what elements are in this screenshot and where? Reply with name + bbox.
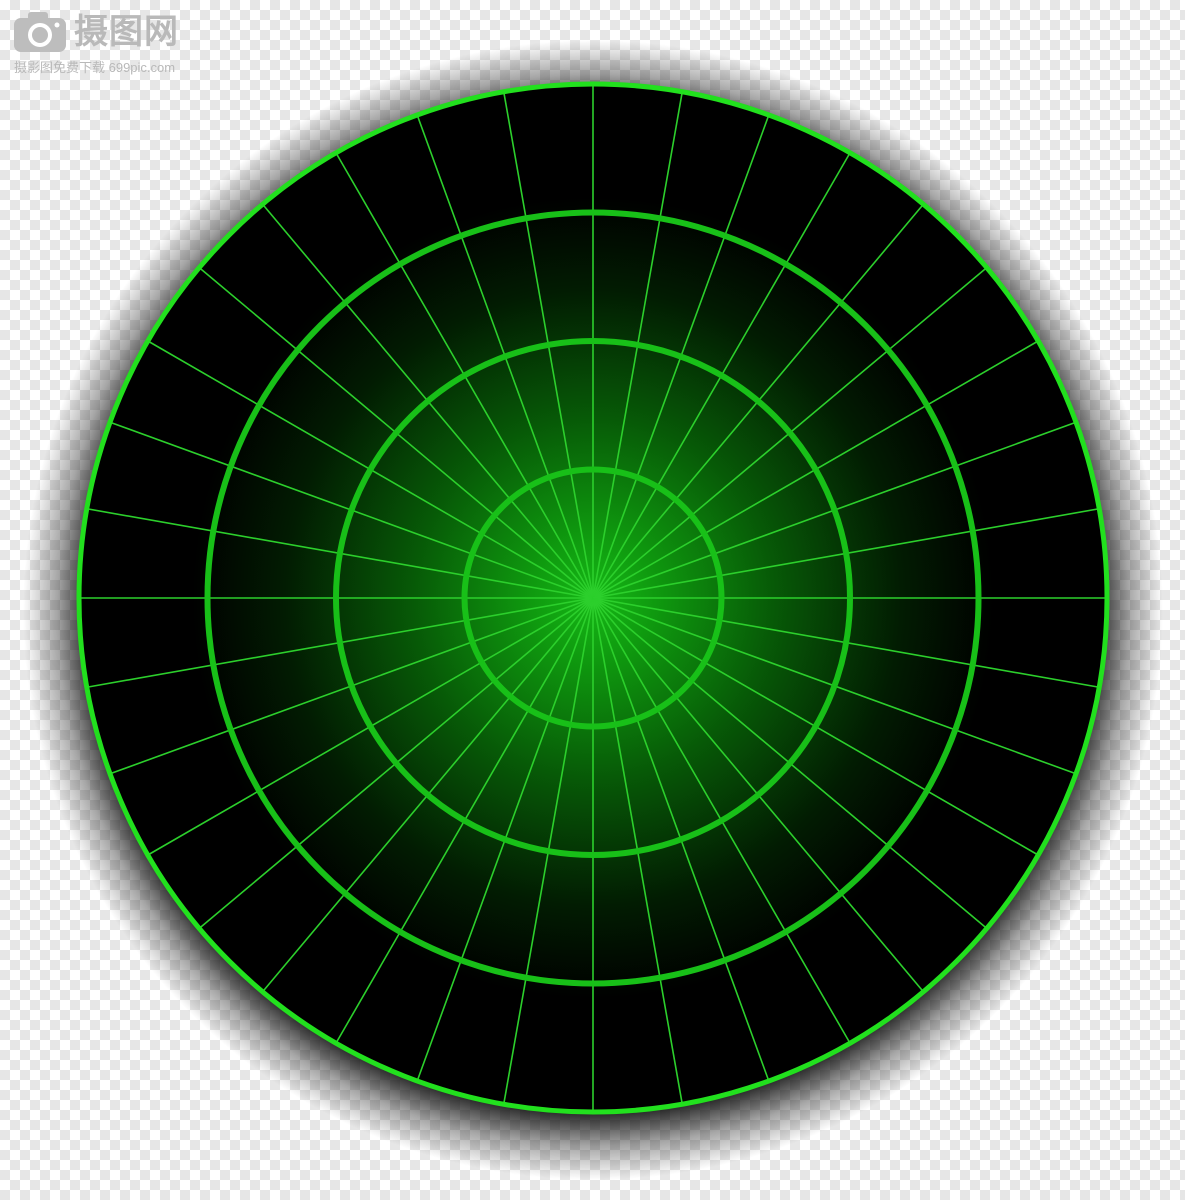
- radar-display: [23, 40, 1163, 1180]
